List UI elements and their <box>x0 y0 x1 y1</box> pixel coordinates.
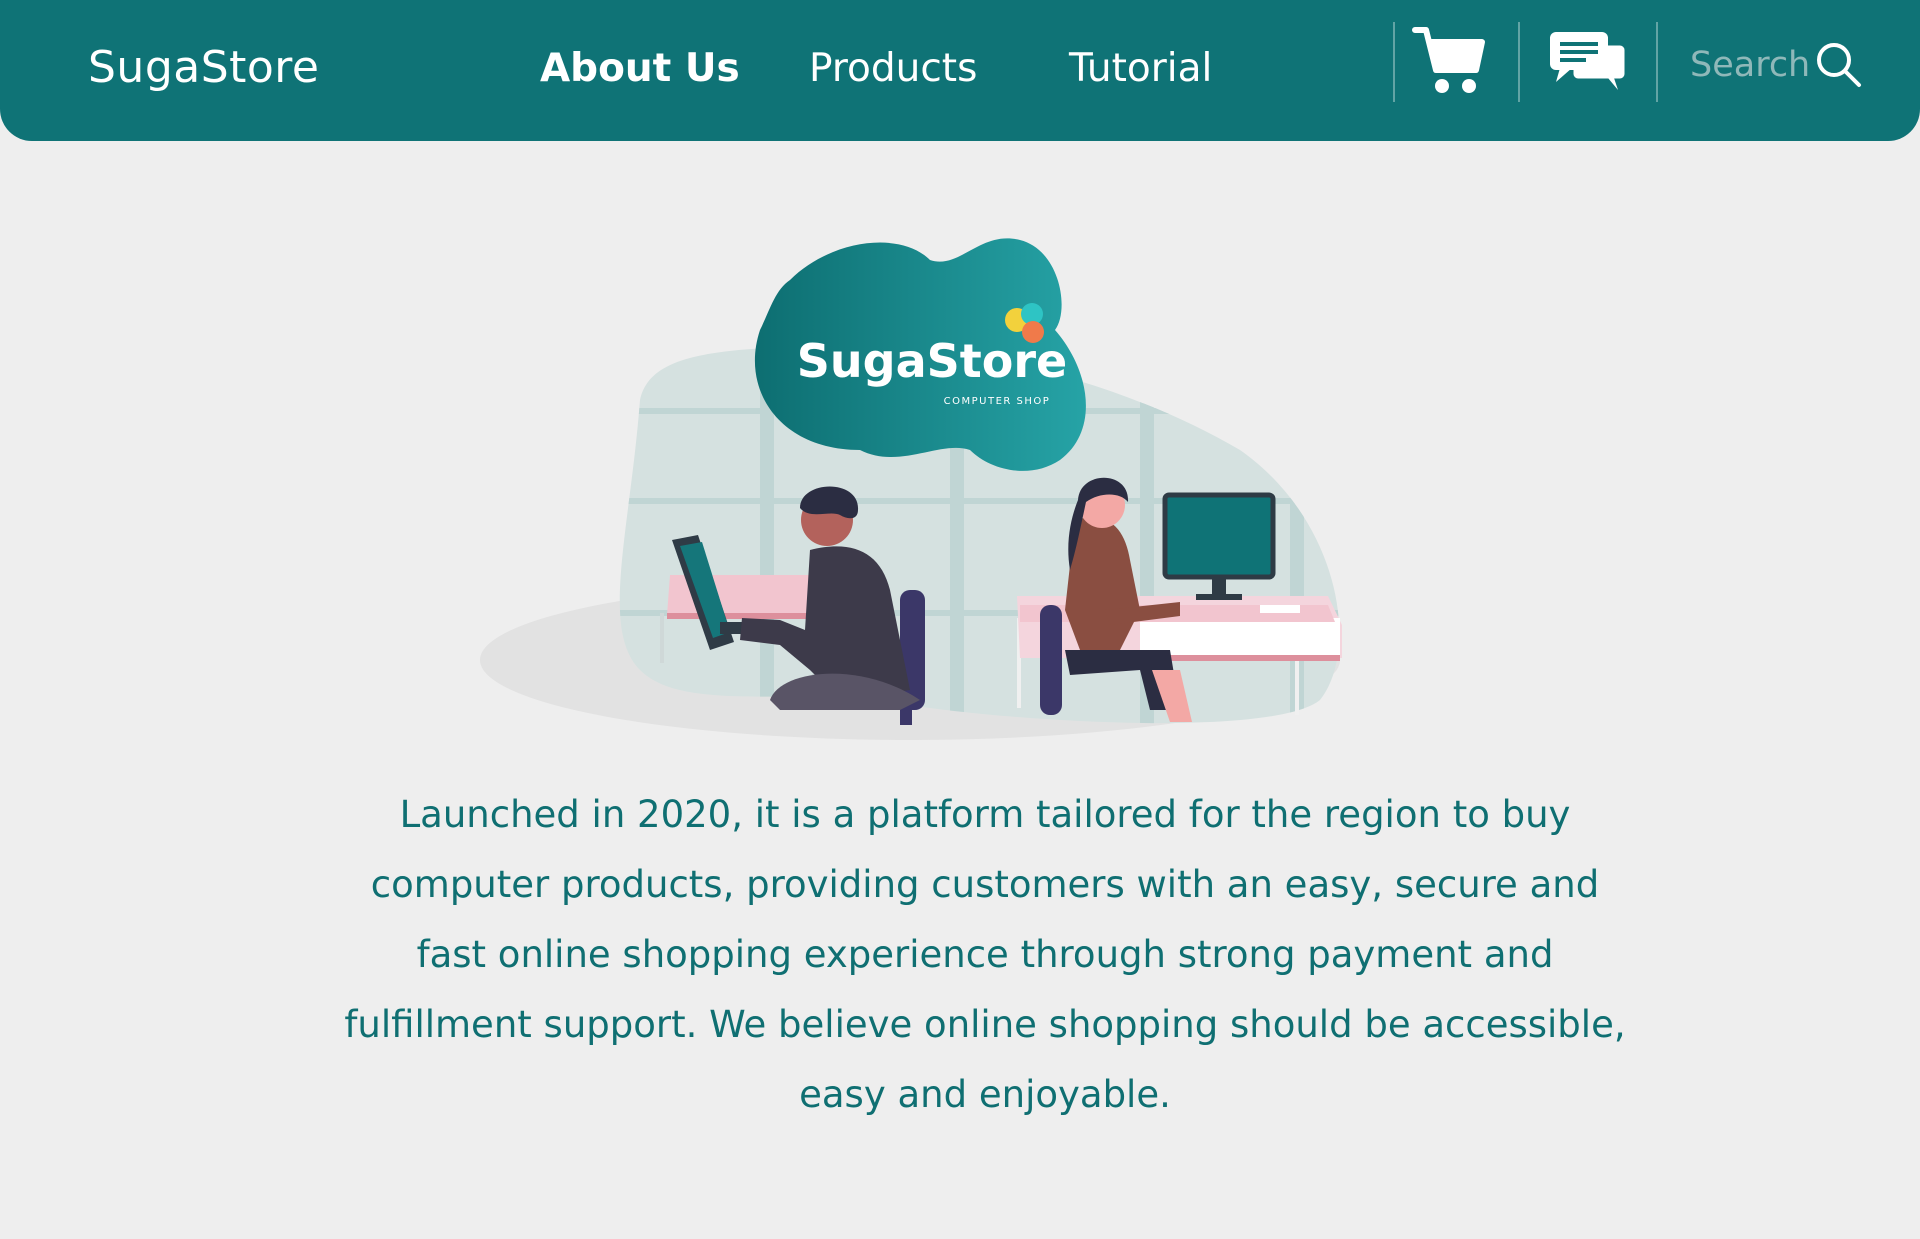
office-illustration: SugaStore COMPUTER SHOP <box>480 238 1342 740</box>
brand-logo[interactable]: SugaStore <box>88 42 320 93</box>
about-description: Launched in 2020, it is a platform tailo… <box>344 793 1626 1116</box>
nav-divider <box>1393 22 1395 102</box>
nav-tutorial[interactable]: Tutorial <box>1069 46 1212 91</box>
cart-button[interactable] <box>1412 24 1486 100</box>
hero-illustration: SugaStore COMPUTER SHOP <box>480 230 1400 750</box>
cart-icon <box>1412 27 1485 93</box>
chat-icon <box>1550 32 1628 90</box>
search-box <box>1678 30 1878 100</box>
search-input[interactable] <box>1690 40 1830 90</box>
top-navbar: SugaStore About Us Products Tutorial <box>0 0 1920 141</box>
logo-tagline: COMPUTER SHOP <box>944 396 1051 407</box>
nav-products[interactable]: Products <box>809 46 977 91</box>
search-icon[interactable] <box>1814 40 1864 90</box>
nav-about-us[interactable]: About Us <box>540 46 740 91</box>
chat-button[interactable] <box>1548 30 1630 98</box>
nav-divider <box>1656 22 1658 102</box>
logo-name: SugaStore <box>797 334 1067 388</box>
nav-divider <box>1518 22 1520 102</box>
